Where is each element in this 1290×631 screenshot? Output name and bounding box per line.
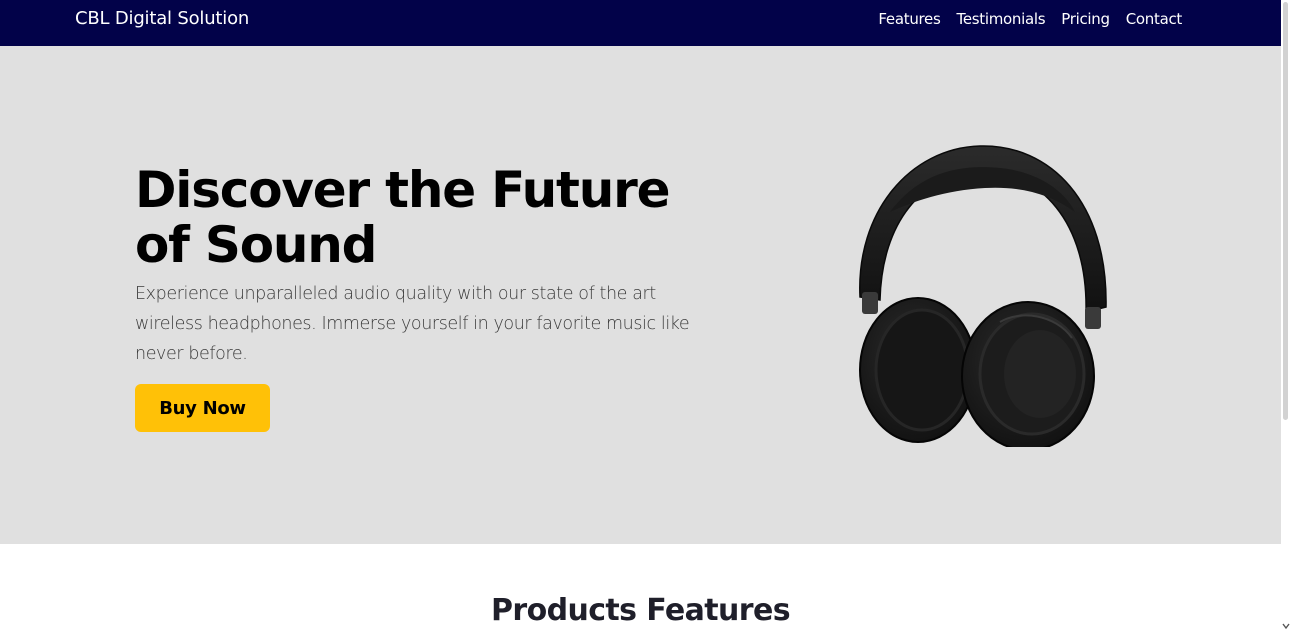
navbar: CBL Digital Solution Features Testimonia…: [0, 0, 1281, 46]
buy-now-button[interactable]: Buy Now: [135, 384, 270, 432]
products-features-title: Products Features: [490, 593, 791, 628]
headphones-image: [859, 145, 1107, 447]
nav-link-contact[interactable]: Contact: [1126, 10, 1183, 28]
page-scrollbar[interactable]: [1281, 0, 1290, 631]
nav-link-testimonials[interactable]: Testimonials: [957, 10, 1046, 28]
chevron-down-icon[interactable]: [1282, 622, 1290, 630]
hero-description: Experience unparalleled audio quality wi…: [135, 284, 690, 364]
nav-link-pricing[interactable]: Pricing: [1061, 10, 1110, 28]
hero-section: Discover the Future of Sound Experience …: [0, 46, 1281, 544]
landing-page: CBL Digital Solution Features Testimonia…: [0, 0, 1290, 631]
nav-links: Features Testimonials Pricing Contact: [878, 10, 1182, 28]
hero-title: Discover the Future of Sound: [135, 161, 671, 274]
scrollbar-thumb[interactable]: [1283, 2, 1288, 420]
brand-logo-link[interactable]: CBL Digital Solution: [75, 10, 249, 28]
nav-link-features[interactable]: Features: [878, 10, 940, 28]
